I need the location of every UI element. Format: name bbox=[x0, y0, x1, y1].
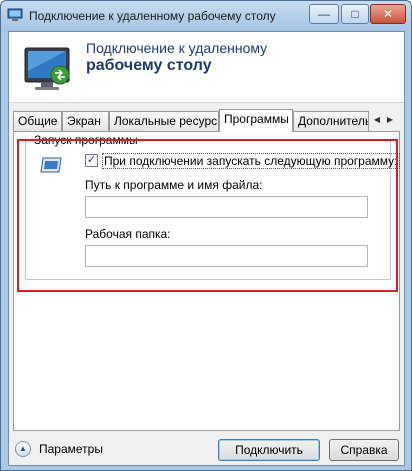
connect-button[interactable]: Подключить bbox=[218, 439, 320, 461]
tab-scroll-left-icon[interactable]: ◀ bbox=[371, 112, 383, 128]
dialog-body: Общие Экран Локальные ресурсы Программы … bbox=[9, 102, 404, 465]
tab-display[interactable]: Экран bbox=[62, 111, 109, 131]
title-bar[interactable]: Подключение к удаленному рабочему столу … bbox=[1, 1, 411, 31]
monitor-icon bbox=[24, 47, 70, 90]
header-title-line2: рабочему столу bbox=[86, 57, 212, 74]
options-label[interactable]: Параметры bbox=[39, 442, 103, 456]
program-path-input[interactable] bbox=[85, 196, 368, 218]
working-folder-input[interactable] bbox=[85, 245, 368, 267]
working-folder-label: Рабочая папка: bbox=[85, 227, 171, 241]
tab-scroll-right-icon[interactable]: ▶ bbox=[384, 112, 396, 128]
tab-local-resources[interactable]: Локальные ресурсы bbox=[109, 111, 219, 131]
header-title-line1: Подключение к удаленному bbox=[86, 40, 268, 56]
start-program-label[interactable]: При подключении запускать следующую прог… bbox=[102, 153, 400, 169]
tab-strip: Общие Экран Локальные ресурсы Программы … bbox=[13, 109, 401, 132]
remote-desktop-icon bbox=[7, 8, 23, 21]
dialog-footer: ▲ Параметры Подключить Справка bbox=[9, 431, 404, 465]
help-button[interactable]: Справка bbox=[329, 439, 399, 461]
close-button[interactable]: ✕ bbox=[370, 4, 406, 24]
options-toggle[interactable]: ▲ Параметры bbox=[15, 441, 103, 457]
tab-general[interactable]: Общие bbox=[13, 111, 62, 131]
program-path-label: Путь к программе и имя файла: bbox=[85, 178, 263, 192]
minimize-button[interactable]: — bbox=[309, 4, 339, 24]
tab-programs[interactable]: Программы bbox=[219, 109, 293, 132]
group-title: Запуск программы bbox=[32, 133, 140, 147]
window-title: Подключение к удаленному рабочему столу bbox=[29, 9, 276, 23]
start-program-group: Запуск программы ✓ При подключении запус… bbox=[25, 133, 400, 280]
tab-advanced[interactable]: Дополнительно bbox=[293, 111, 369, 131]
chevron-up-icon[interactable]: ▲ bbox=[15, 441, 31, 457]
dialog-header: Подключение к удаленному рабочему столу bbox=[9, 32, 404, 102]
rdp-window: Подключение к удаленному рабочему столу … bbox=[0, 0, 412, 471]
programs-tab-panel: Запуск программы ✓ При подключении запус… bbox=[13, 131, 400, 431]
maximize-button[interactable]: □ bbox=[341, 4, 369, 24]
dialog-client-area: Подключение к удаленному рабочему столу … bbox=[8, 31, 405, 466]
start-program-checkbox[interactable]: ✓ bbox=[85, 154, 98, 167]
program-window-icon bbox=[40, 157, 62, 173]
